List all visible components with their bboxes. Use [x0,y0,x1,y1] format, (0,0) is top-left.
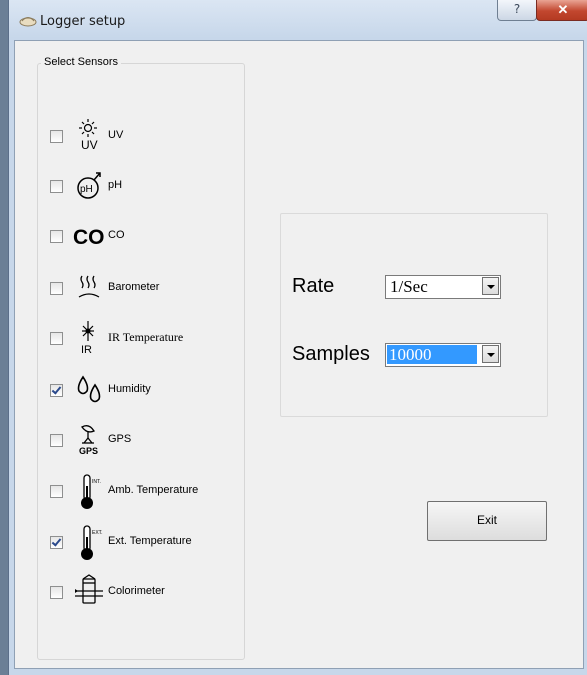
uv-sun-icon: UV [79,119,98,152]
uv-label: UV [108,129,124,141]
dialog-client-area: Select Sensors UV UV pH pH CO CO Baromet… [14,40,584,669]
barometer-checkbox[interactable] [50,282,63,295]
sensor-humidity: Humidity [50,371,240,411]
sensor-uv: UV UV [50,117,240,157]
samples-label: Samples [292,343,370,365]
chevron-down-icon[interactable] [482,345,499,363]
settings-panel: Rate 1/Sec Samples 10000 [280,213,548,417]
sensor-barometer: Barometer [50,269,240,309]
gps-label: GPS [108,433,132,445]
samples-select[interactable]: 10000 [385,343,501,367]
title-bar[interactable]: Logger setup ? ✕ [9,0,587,40]
ir-temperature-icon: IR [81,321,94,356]
barometer-label: Barometer [108,281,160,293]
rate-label: Rate [292,275,335,297]
colorimeter-checkbox[interactable] [50,586,63,599]
ext-temperature-label: Ext. Temperature [108,535,192,547]
sensor-ph: pH pH [50,167,240,207]
ph-label: pH [108,179,123,191]
logger-setup-window: Logger setup ? ✕ Select Sensors UV UV pH… [8,0,587,675]
exit-button[interactable]: Exit [427,501,547,541]
uv-checkbox[interactable] [50,130,63,143]
ambient-thermometer-icon: INT. [81,474,101,509]
gps-satellite-icon: GPS [79,425,98,456]
ph-meter-icon: pH [77,172,101,199]
ext-temperature-checkbox[interactable] [50,536,63,549]
svg-text:EXT.: EXT. [92,530,103,536]
logger-app-icon [19,17,37,27]
svg-text:UV: UV [81,138,98,152]
svg-text:INT.: INT. [92,479,101,485]
sensor-ext-temperature: EXT. Ext. Temperature [50,523,240,563]
barometer-icon [78,275,100,298]
rate-value: 1/Sec [390,277,428,296]
svg-text:pH: pH [80,184,93,195]
co-icon-text: CO [73,226,105,249]
ir-temperature-checkbox[interactable] [50,332,63,345]
sensor-co: CO CO [50,217,240,257]
svg-text:GPS: GPS [79,446,98,456]
window-title: Logger setup [40,14,126,29]
sensor-ir-temperature: IR IR Temperature [50,319,240,359]
svg-text:IR: IR [81,344,92,356]
samples-value: 10000 [387,345,477,364]
humidity-checkbox[interactable] [50,384,63,397]
ir-temperature-label: IR Temperature [108,330,184,344]
sensor-amb-temperature: INT. Amb. Temperature [50,472,240,512]
colorimeter-icon [75,574,103,604]
ph-checkbox[interactable] [50,180,63,193]
co-checkbox[interactable] [50,230,63,243]
rate-select[interactable]: 1/Sec [385,275,501,299]
sensor-colorimeter: Colorimeter [50,573,240,613]
select-sensors-title: Select Sensors [41,56,121,68]
help-button[interactable]: ? [497,0,537,21]
sensor-gps: GPS GPS [50,421,240,461]
chevron-down-icon[interactable] [482,277,499,295]
humidity-label: Humidity [108,383,151,395]
gps-checkbox[interactable] [50,434,63,447]
co-text-icon: CO [73,217,107,257]
close-button[interactable]: ✕ [536,0,587,21]
colorimeter-label: Colorimeter [108,585,165,597]
amb-temperature-checkbox[interactable] [50,485,63,498]
amb-temperature-label: Amb. Temperature [108,484,199,496]
co-label: CO [108,229,125,241]
external-thermometer-icon: EXT. [81,525,103,560]
humidity-drops-icon [77,375,101,403]
